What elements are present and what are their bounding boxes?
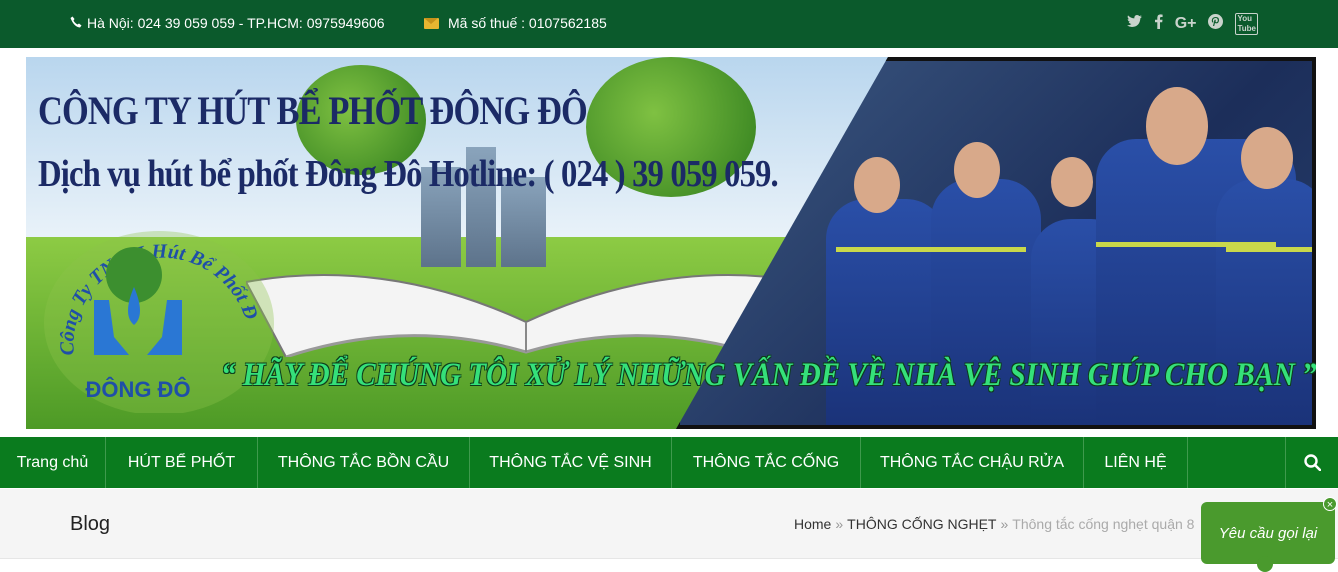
facebook-icon[interactable]	[1154, 14, 1163, 34]
breadcrumb-category[interactable]: THÔNG CỐNG NGHẸT	[847, 516, 996, 532]
breadcrumb: Home» THÔNG CỐNG NGHẸT» Thông tắc cống ngh…	[794, 516, 1194, 532]
open-book-image	[246, 274, 806, 357]
main-nav: Trang chủ HÚT BỂ PHỐT THÔNG TẮC BỒN CẦU …	[0, 437, 1338, 488]
nav-item-thong-tac-chau-rua[interactable]: THÔNG TẮC CHẬU RỬA	[861, 437, 1084, 488]
search-button[interactable]	[1285, 437, 1338, 488]
close-icon[interactable]: ×	[1323, 497, 1337, 511]
callback-tail	[1257, 556, 1273, 572]
logo-name: ĐÔNG ĐÔ	[85, 377, 190, 402]
contact-text: Hà Nội: 024 39 059 059 - TP.HCM: 0975949…	[87, 15, 385, 31]
nav-item-home[interactable]: Trang chủ	[0, 437, 106, 488]
envelope-icon	[424, 17, 439, 29]
tax-info: Mã số thuế : 0107562185	[424, 15, 607, 31]
twitter-icon[interactable]	[1126, 15, 1142, 33]
phone-icon	[70, 16, 82, 31]
hero-banner: CÔNG TY HÚT BỂ PHỐT ĐÔNG ĐÔ Dịch vụ hút …	[26, 57, 1316, 429]
nav-item-lien-he[interactable]: LIÊN HỆ	[1084, 437, 1188, 488]
callback-label: Yêu cầu gọi lại	[1218, 524, 1318, 542]
youtube-icon[interactable]: You Tube	[1235, 13, 1258, 35]
nav-item-thong-tac-ve-sinh[interactable]: THÔNG TẮC VỆ SINH	[470, 437, 672, 488]
breadcrumb-separator: »	[835, 516, 844, 532]
social-links: G+ You Tube	[1126, 13, 1258, 35]
page-title-bar: Blog Home» THÔNG CỐNG NGHẸT» Thông tắc cốn…	[0, 489, 1338, 559]
nav-item-thong-tac-bon-cau[interactable]: THÔNG TẮC BỒN CẦU	[258, 437, 470, 488]
search-icon	[1303, 454, 1321, 471]
breadcrumb-home[interactable]: Home	[794, 516, 831, 532]
nav-item-thong-tac-cong[interactable]: THÔNG TẮC CỐNG	[672, 437, 861, 488]
page-title: Blog	[70, 513, 111, 535]
pinterest-icon[interactable]	[1208, 14, 1224, 34]
tax-text: Mã số thuế : 0107562185	[448, 15, 607, 31]
nav-item-hut-be-phot[interactable]: HÚT BỂ PHỐT	[106, 437, 258, 488]
callback-request-button[interactable]: Yêu cầu gọi lại ×	[1201, 497, 1337, 572]
breadcrumb-current: Thông tắc cống nghẹt quận 8	[1012, 516, 1195, 532]
banner-company-name: CÔNG TY HÚT BỂ PHỐT ĐÔNG ĐÔ	[38, 88, 588, 133]
top-contact-bar: Hà Nội: 024 39 059 059 - TP.HCM: 0975949…	[0, 0, 1338, 48]
contact-info: Hà Nội: 024 39 059 059 - TP.HCM: 0975949…	[70, 15, 385, 31]
breadcrumb-separator: »	[1000, 516, 1009, 532]
banner-slogan: “ HÃY ĐỂ CHÚNG TÔI XỬ LÝ NHỮNG VẤN ĐỀ VỀ…	[221, 357, 1316, 393]
google-plus-icon[interactable]: G+	[1175, 15, 1197, 33]
banner-hotline: Dịch vụ hút bể phốt Đông Đô Hotline: ( 0…	[38, 153, 779, 195]
